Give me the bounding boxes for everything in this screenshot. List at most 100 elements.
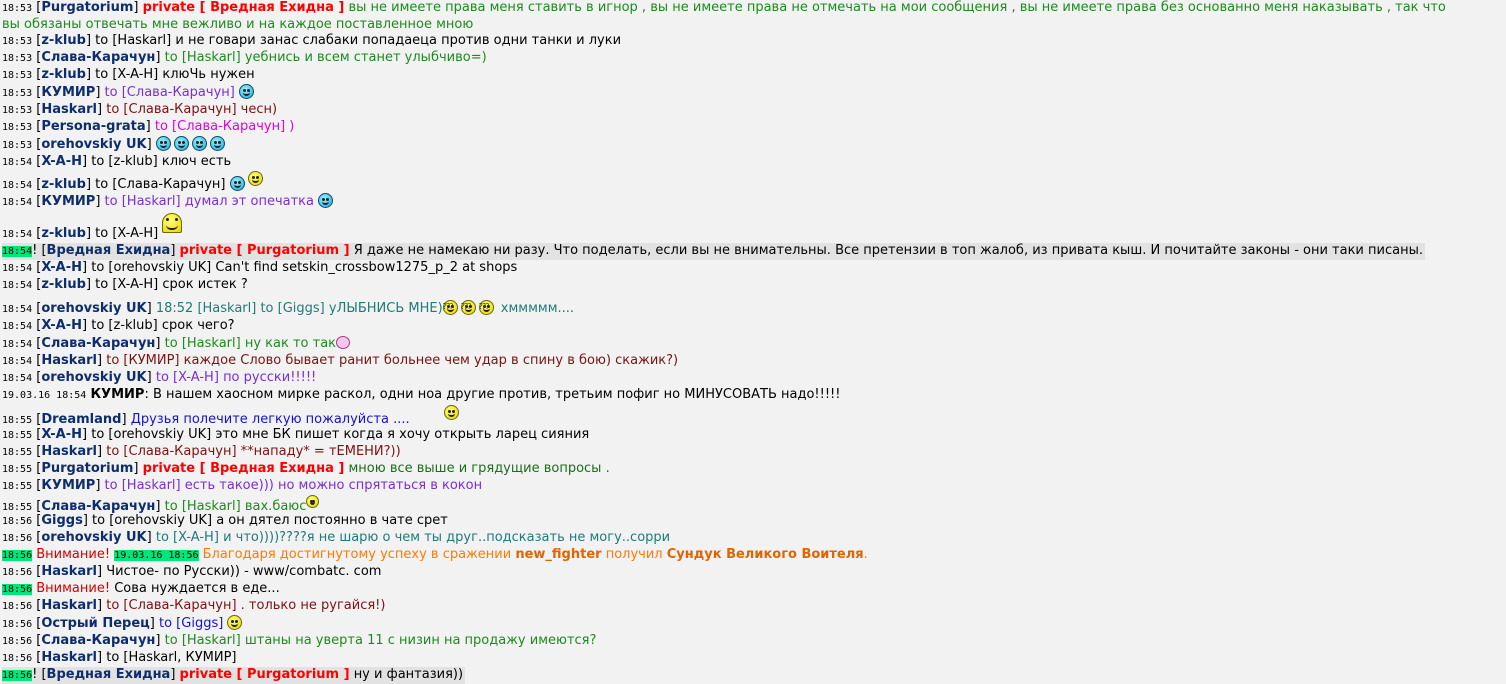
message-time[interactable]: 18:55	[2, 464, 32, 475]
message-time[interactable]: 18:54	[2, 197, 32, 208]
message-recipient[interactable]: to [X-A-H]	[156, 370, 219, 385]
message-recipient[interactable]: to [X-A-H]	[95, 67, 158, 82]
message-time[interactable]: 18:56	[2, 601, 32, 612]
private-target[interactable]: private [ Вредная Ехидна ]	[143, 0, 345, 15]
message-recipient[interactable]: to [Haskarl]	[165, 633, 241, 648]
message-time[interactable]: 18:56	[2, 653, 32, 664]
message-recipient[interactable]: to [X-A-H]	[95, 277, 158, 292]
message-time[interactable]: 18:54	[2, 373, 32, 384]
message-nick[interactable]: Haskarl	[41, 598, 97, 613]
message-time[interactable]: 18:55	[2, 481, 32, 492]
message-time[interactable]: 18:53	[2, 88, 32, 99]
message-time[interactable]: 18:53	[2, 122, 32, 133]
message-nick[interactable]: X-A-H	[41, 154, 82, 169]
message-nick[interactable]: Слава-Карачун	[41, 633, 155, 648]
message-nick[interactable]: orehovskiy UK	[41, 301, 146, 316]
message-nick[interactable]: z-klub	[41, 67, 86, 82]
message-recipient[interactable]: to [Haskarl, КУМИР]	[106, 650, 236, 665]
message-nick[interactable]: Haskarl	[41, 102, 97, 117]
message-time[interactable]: 18:56	[2, 516, 32, 527]
message-nick[interactable]: Haskarl	[41, 564, 97, 579]
message-recipient[interactable]: to [Слава-Карачун]	[105, 85, 235, 100]
message-nick[interactable]: Вредная Ехидна	[47, 243, 171, 258]
message-time[interactable]: 18:55	[2, 430, 32, 441]
message-time[interactable]: 18:56	[2, 550, 33, 561]
message-nick[interactable]: КУМИР	[90, 387, 144, 402]
message-time[interactable]: 18:56	[2, 567, 32, 578]
message-time[interactable]: 18:54	[2, 339, 32, 350]
message-time[interactable]: 18:55	[2, 447, 32, 458]
message-time[interactable]: 18:54	[2, 157, 32, 168]
message-nick[interactable]: Острый Перец	[41, 616, 149, 631]
message-time[interactable]: 18:54	[2, 304, 32, 315]
message-time[interactable]: 18:56	[2, 636, 32, 647]
message-recipient[interactable]: to [Слава-Карачун]	[106, 102, 236, 117]
message-time[interactable]: 18:53	[2, 36, 32, 47]
message-time[interactable]: 18:56	[2, 670, 33, 681]
message-nick[interactable]: Purgatorium	[41, 461, 133, 476]
message-time[interactable]: 18:54	[2, 280, 32, 291]
message-nick[interactable]: orehovskiy UK	[41, 530, 146, 545]
message-recipient[interactable]: to [Giggs]	[159, 616, 223, 631]
message-time[interactable]: 18:53	[2, 3, 32, 14]
message-recipient[interactable]: to [Haskarl]	[165, 499, 241, 514]
message-time[interactable]: 18:53	[2, 53, 32, 64]
message-recipient[interactable]: to [z-klub]	[91, 154, 157, 169]
message-recipient[interactable]: to [orehovskiy UK]	[91, 260, 211, 275]
message-nick[interactable]: Purgatorium	[41, 0, 133, 15]
message-nick[interactable]: X-A-H	[41, 260, 82, 275]
message-nick[interactable]: Вредная Ехидна	[47, 667, 171, 682]
message-time[interactable]: 18:54	[2, 246, 33, 257]
message-recipient[interactable]: to [orehovskiy UK]	[92, 513, 212, 528]
message-nick[interactable]: КУМИР	[41, 478, 95, 493]
message-recipient[interactable]: to [Haskarl]	[105, 194, 181, 209]
message-nick[interactable]: z-klub	[41, 277, 86, 292]
message-nick[interactable]: orehovskiy UK	[41, 137, 146, 152]
message-nick[interactable]: orehovskiy UK	[41, 370, 146, 385]
message-time[interactable]: 18:54	[2, 180, 32, 191]
message-nick[interactable]: Слава-Карачун	[41, 336, 155, 351]
message-recipient[interactable]: to [Haskarl]	[95, 33, 171, 48]
message-recipient[interactable]: to [Haskarl]	[165, 336, 241, 351]
message-time[interactable]: 18:53	[2, 140, 32, 151]
message-time[interactable]: 18:53	[2, 105, 32, 116]
message-time[interactable]: 18:55	[2, 415, 32, 426]
message-recipient[interactable]: to [orehovskiy UK]	[91, 427, 211, 442]
message-time[interactable]: 18:56	[2, 533, 32, 544]
message-nick[interactable]: X-A-H	[41, 427, 82, 442]
message-recipient[interactable]: 18:52 [Haskarl] to [Giggs]	[156, 301, 325, 316]
message-recipient[interactable]: to [КУМИР]	[106, 353, 179, 368]
private-target[interactable]: private [ Вредная Ехидна ]	[143, 461, 345, 476]
message-nick[interactable]: z-klub	[41, 177, 86, 192]
message-nick[interactable]: Haskarl	[41, 650, 97, 665]
message-time[interactable]: 18:54	[2, 229, 32, 240]
message-nick[interactable]: Dreamland	[41, 412, 121, 427]
message-recipient[interactable]: to [z-klub]	[91, 318, 157, 333]
private-target[interactable]: private [ Purgatorium ]	[180, 243, 350, 258]
message-nick[interactable]: X-A-H	[41, 318, 82, 333]
message-nick[interactable]: КУМИР	[41, 194, 95, 209]
message-nick[interactable]: Giggs	[41, 513, 82, 528]
message-nick[interactable]: Persona-grata	[41, 119, 145, 134]
message-time[interactable]: 18:54	[2, 321, 32, 332]
message-time[interactable]: 18:54	[2, 263, 32, 274]
message-nick[interactable]: Haskarl	[41, 353, 97, 368]
message-recipient[interactable]: to [Слава-Карачун] )	[155, 119, 295, 134]
message-nick[interactable]: Haskarl	[41, 444, 97, 459]
message-time[interactable]: 18:56	[2, 584, 33, 595]
message-nick[interactable]: Слава-Карачун	[41, 50, 155, 65]
message-recipient[interactable]: to [Слава-Карачун]	[106, 444, 236, 459]
message-recipient[interactable]: to [Haskarl]	[165, 50, 241, 65]
message-time[interactable]: 18:53	[2, 70, 32, 81]
message-recipient[interactable]: to [Haskarl]	[105, 478, 181, 493]
message-nick[interactable]: z-klub	[41, 33, 86, 48]
message-recipient[interactable]: to [X-A-H]	[156, 530, 219, 545]
message-recipient[interactable]: to [X-A-H]	[95, 226, 158, 241]
message-nick[interactable]: z-klub	[41, 226, 86, 241]
private-target[interactable]: private [ Purgatorium ]	[180, 667, 350, 682]
message-time[interactable]: 18:54	[2, 356, 32, 367]
message-recipient[interactable]: to [Слава-Карачун]	[95, 177, 225, 192]
fighter-name[interactable]: new_fighter	[515, 547, 601, 562]
message-recipient[interactable]: to [Слава-Карачун]	[106, 598, 236, 613]
message-time[interactable]: 19.03.16 18:54	[2, 390, 86, 401]
